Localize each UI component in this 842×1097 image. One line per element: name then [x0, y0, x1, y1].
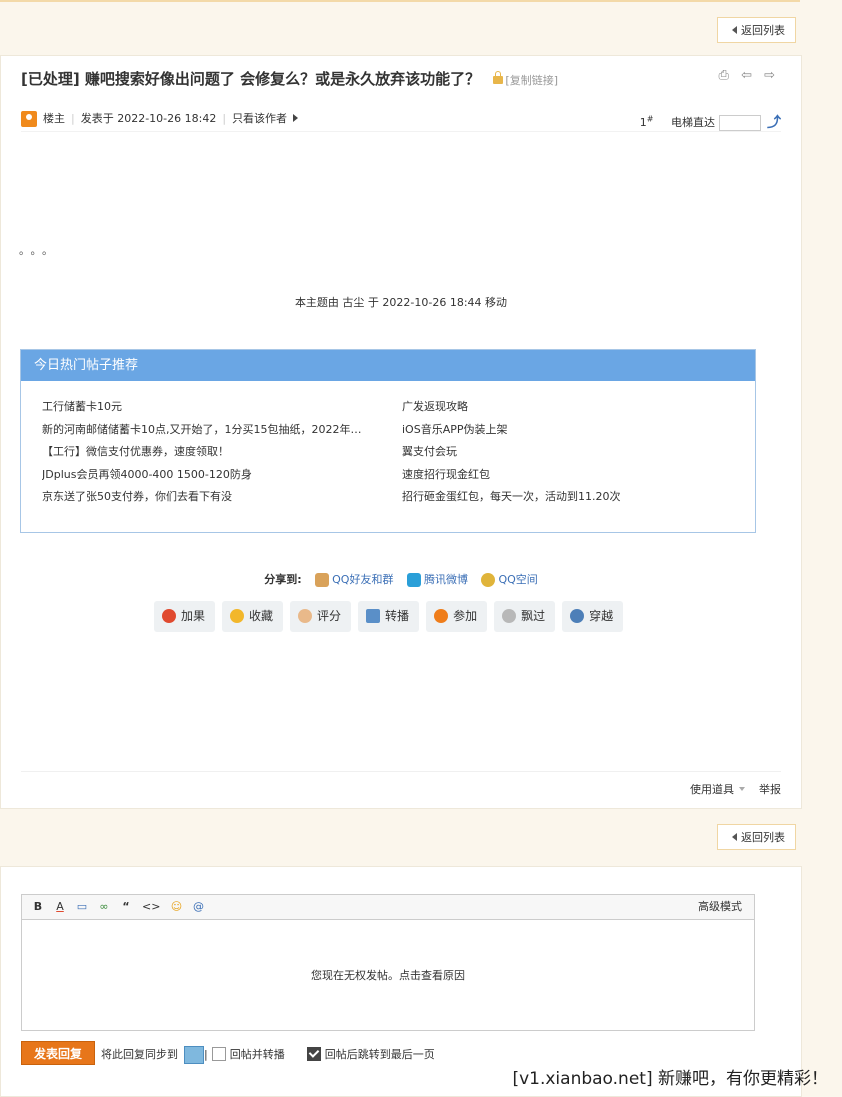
mention-icon[interactable]: @ [192, 895, 204, 919]
smiley-icon[interactable]: ☺ [170, 895, 182, 919]
reply-and-forward-label: 回帖并转播 [229, 1048, 285, 1061]
font-color-icon[interactable]: A [54, 895, 66, 919]
sync-label: 将此回复同步到 [101, 1048, 179, 1061]
post-title-row: [已处理] 赚吧搜索好像出问题了 会修复么？或是永久放弃该功能了？ [复制链接] [21, 68, 558, 89]
post-footer: 使用道具 举报 [21, 771, 781, 808]
thumb-icon [298, 608, 313, 623]
back-to-list-button[interactable]: 返回列表 [717, 17, 796, 43]
editor-toolbar: B A ▭ ∞ “ <> ☺ @ 高级模式 [22, 895, 754, 920]
forward-button[interactable]: 转播 [358, 601, 420, 632]
hot-post-link[interactable]: 工行储蓄卡10元 [42, 396, 382, 419]
top-divider [0, 0, 800, 2]
tencent-weibo-icon [406, 573, 421, 587]
paper-plane-icon [570, 608, 585, 623]
reply-panel: B A ▭ ∞ “ <> ☺ @ 高级模式 您现在无权发帖。点击查看原因 发表回复 将此回复同步… [0, 866, 802, 1097]
site-watermark: [v1.xianbao.net] 新赚吧，有你更精彩！ [512, 1069, 828, 1089]
hot-posts-left: 工行储蓄卡10元 新的河南邮储储蓄卡10点,又开始了，1分买15包抽纸，2022… [42, 396, 382, 509]
report-link[interactable]: 举报 [759, 783, 781, 796]
hot-post-link[interactable]: iOS音乐APP伪装上架 [402, 419, 742, 442]
reply-editor: B A ▭ ∞ “ <> ☺ @ 高级模式 您现在无权发帖。点击查看原因 [21, 894, 755, 1031]
post-panel: [已处理] 赚吧搜索好像出问题了 会修复么？或是永久放弃该功能了？ [复制链接]… [0, 55, 802, 809]
qzone-icon [481, 573, 496, 587]
lock-icon [493, 71, 504, 84]
use-tools-link[interactable]: 使用道具 [690, 783, 734, 796]
weibo-sync-icon[interactable] [184, 1046, 205, 1064]
image-icon[interactable]: ▭ [76, 895, 88, 919]
post-tools[interactable]: ⎙ ⇦ ⇨ [719, 68, 779, 83]
post-actions: 加果 收藏 评分 转播 参加 飘过 穿越 [154, 601, 630, 632]
reply-and-forward-checkbox[interactable] [211, 1047, 226, 1061]
qq-friends-icon [315, 573, 330, 587]
hot-post-link[interactable]: 招行砸金蛋红包，每天一次，活动到11.20次 [402, 486, 742, 509]
hot-post-link[interactable]: 速度招行现金红包 [402, 464, 742, 487]
code-icon[interactable]: <> [142, 895, 160, 919]
hot-post-link[interactable]: 新的河南邮储储蓄卡10点,又开始了，1分买15包抽纸，2022年… [42, 419, 382, 442]
hot-post-link[interactable]: 广发返现攻略 [402, 396, 742, 419]
apple-icon [162, 608, 176, 623]
hot-posts-right: 广发返现攻略 iOS音乐APP伪装上架 翼支付会玩 速度招行现金红包 招行砸金蛋… [402, 396, 742, 509]
share-label: 分享到: [264, 573, 302, 586]
share-qq-friends[interactable]: QQ好友和群 [332, 573, 393, 586]
hot-posts-box: 今日热门帖子推荐 工行储蓄卡10元 新的河南邮储储蓄卡10点,又开始了，1分买1… [20, 349, 756, 533]
submit-reply-button[interactable]: 发表回复 [21, 1041, 96, 1065]
hot-post-link[interactable]: 京东送了张50支付券，你们去看下有没 [42, 486, 382, 509]
jump-last-page-checkbox[interactable] [306, 1047, 321, 1061]
no-permission-message[interactable]: 您现在无权发帖。点击查看原因 [22, 967, 754, 983]
chevron-down-icon [739, 787, 745, 791]
reply-options-row: 发表回复 将此回复同步到 | 回帖并转播 回帖后跳转到最后一页 [21, 1041, 435, 1065]
rate-button[interactable]: 评分 [290, 601, 352, 632]
play-arrow-icon [293, 114, 299, 122]
share-qzone[interactable]: QQ空间 [498, 573, 537, 586]
hot-post-link[interactable]: JDplus会员再领4000-400 1500-120防身 [42, 464, 382, 487]
author-avatar[interactable] [21, 111, 37, 127]
share-row: 分享到: QQ好友和群 腾讯微博 QQ空间 [1, 571, 801, 587]
back-to-list-button-bottom[interactable]: 返回列表 [717, 824, 796, 850]
back-arrow-icon [732, 26, 737, 34]
floor-number: 1# [639, 114, 654, 129]
elevator-go-icon[interactable]: ⤴ [767, 111, 781, 135]
hot-posts-title: 今日热门帖子推荐 [21, 350, 755, 381]
post-content: 。。。 [19, 244, 59, 257]
down-arrow-icon [502, 608, 517, 623]
back-label: 返回列表 [741, 831, 785, 844]
advanced-mode-link[interactable]: 高级模式 [698, 895, 742, 919]
jump-last-page-label: 回帖后跳转到最后一页 [324, 1048, 435, 1061]
quote-icon[interactable]: “ [120, 895, 132, 919]
traverse-button[interactable]: 穿越 [562, 601, 624, 632]
back-label: 返回列表 [741, 24, 785, 37]
star-icon [230, 608, 245, 623]
favorite-button[interactable]: 收藏 [222, 601, 284, 632]
meta-right: 1# 电梯直达 ⤴ [640, 107, 781, 135]
bold-icon[interactable]: B [32, 895, 44, 919]
join-button[interactable]: 参加 [426, 601, 488, 632]
sync-separator: | [204, 1048, 208, 1061]
moderation-note: 本主题由 古尘 于 2022-10-26 18:44 移动 [294, 296, 508, 309]
copy-link[interactable]: [复制链接] [493, 71, 558, 87]
only-author-link[interactable]: 只看该作者 [232, 112, 287, 125]
share-tencent-weibo[interactable]: 腾讯微博 [424, 573, 468, 586]
back-arrow-icon [732, 833, 737, 841]
post-title: [已处理] 赚吧搜索好像出问题了 会修复么？或是永久放弃该功能了？ [21, 70, 481, 88]
hot-post-link[interactable]: 【工行】微信支付优惠券，速度领取！ [42, 441, 382, 464]
copy-link-label: [复制链接] [505, 74, 558, 87]
forward-icon [366, 608, 381, 623]
elevator-input[interactable] [719, 114, 761, 131]
add-fruit-button[interactable]: 加果 [154, 601, 216, 632]
post-meta: 楼主 | 发表于 2022-10-26 18:42 | 只看该作者 1# 电梯直达 ⤴ [21, 107, 781, 132]
link-icon[interactable]: ∞ [98, 895, 110, 919]
elevator-label: 电梯直达 [671, 115, 715, 129]
author-role[interactable]: 楼主 [43, 112, 65, 125]
pass-by-button[interactable]: 飘过 [494, 601, 556, 632]
post-time: 发表于 2022-10-26 18:42 [80, 112, 217, 125]
hot-post-link[interactable]: 翼支付会玩 [402, 441, 742, 464]
up-arrow-icon [434, 608, 449, 623]
